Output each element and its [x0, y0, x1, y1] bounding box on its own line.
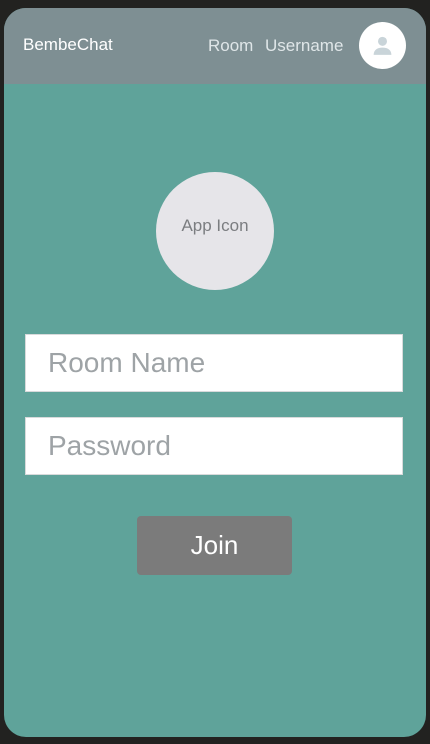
- app-header: BembeChat Room Username: [4, 8, 426, 84]
- room-name-input[interactable]: [25, 334, 403, 392]
- nav-room-link[interactable]: Room: [208, 36, 253, 56]
- app-icon-label: App Icon: [181, 216, 249, 235]
- brand-title: BembeChat: [23, 35, 113, 54]
- join-button[interactable]: Join: [137, 516, 292, 575]
- app-window: BembeChat Room Username App Icon Join: [4, 8, 426, 737]
- password-input[interactable]: [25, 417, 403, 475]
- person-icon: [373, 36, 392, 55]
- app-icon-placeholder: App Icon: [156, 172, 274, 290]
- avatar[interactable]: [359, 22, 406, 69]
- nav-username-link[interactable]: Username: [265, 36, 343, 56]
